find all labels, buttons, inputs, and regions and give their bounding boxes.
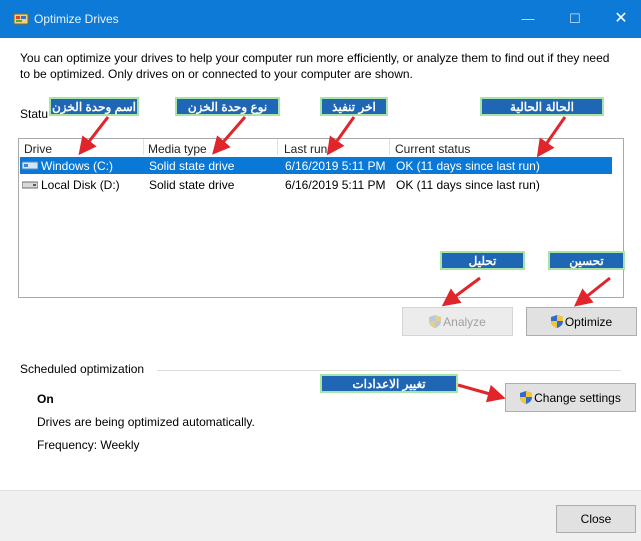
schedule-frequency: Frequency: Weekly xyxy=(37,438,140,452)
column-header-drive[interactable]: Drive xyxy=(24,142,52,156)
column-separator[interactable] xyxy=(277,139,278,155)
callout-media-type: نوع وحدة الخزن xyxy=(175,97,280,116)
analyze-label: Analyze xyxy=(443,314,486,329)
uac-shield-icon xyxy=(520,391,533,404)
drive-row-c[interactable]: Windows (C:) Solid state drive 6/16/2019… xyxy=(20,157,612,174)
maximize-button[interactable]: ☐ xyxy=(552,0,598,38)
column-header-current-status[interactable]: Current status xyxy=(395,142,470,156)
ssd-drive-icon xyxy=(22,161,38,170)
schedule-description: Drives are being optimized automatically… xyxy=(37,415,255,429)
title-bar: Optimize Drives — ☐ ✕ xyxy=(0,0,641,38)
change-settings-button[interactable]: Change settings xyxy=(505,383,636,412)
uac-shield-icon xyxy=(429,315,442,328)
callout-change-settings: تغيير الاعدادات xyxy=(320,374,458,393)
callout-last-run: اخر تنفيذ xyxy=(320,97,388,116)
window-title: Optimize Drives xyxy=(34,12,119,26)
optimize-label: Optimize xyxy=(564,314,613,329)
arrow-change-settings xyxy=(457,383,506,403)
column-separator[interactable] xyxy=(143,139,144,155)
analyze-button[interactable]: Analyze xyxy=(402,307,513,336)
callout-optimize: تحسين xyxy=(548,251,625,270)
drive-list[interactable]: Drive Media type Last run Current status… xyxy=(18,138,624,298)
optimize-button[interactable]: Optimize xyxy=(526,307,637,336)
app-defrag-icon xyxy=(13,13,29,25)
schedule-state: On xyxy=(37,392,54,406)
drive-row-d[interactable]: Local Disk (D:) Solid state drive 6/16/2… xyxy=(20,176,612,193)
uac-shield-icon xyxy=(550,315,563,328)
close-button[interactable]: Close xyxy=(556,505,636,533)
minimize-button[interactable]: — xyxy=(505,0,551,38)
section-divider xyxy=(157,370,621,371)
change-settings-label: Change settings xyxy=(534,390,621,405)
drive-name: Windows (C:) xyxy=(41,159,114,173)
callout-drive-name: اسم وحدة الخزن xyxy=(49,97,139,116)
ssd-drive-icon xyxy=(22,181,38,189)
media-type: Solid state drive xyxy=(149,159,235,173)
footer-bar xyxy=(0,490,641,541)
column-header-media-type[interactable]: Media type xyxy=(148,142,207,156)
callout-current-status: الحالة الحالية xyxy=(480,97,604,116)
description-text: You can optimize your drives to help you… xyxy=(20,51,610,81)
current-status: OK (11 days since last run) xyxy=(396,178,540,192)
callout-analyze: تحليل xyxy=(440,251,525,270)
status-label: Statu xyxy=(20,107,49,121)
media-type: Solid state drive xyxy=(149,178,235,192)
scheduled-optimization-label: Scheduled optimization xyxy=(20,362,145,376)
close-window-button[interactable]: ✕ xyxy=(598,0,641,38)
current-status: OK (11 days since last run) xyxy=(396,159,540,173)
last-run: 6/16/2019 5:11 PM xyxy=(285,159,386,173)
column-separator[interactable] xyxy=(389,139,390,155)
column-header-last-run[interactable]: Last run xyxy=(284,142,327,156)
last-run: 6/16/2019 5:11 PM xyxy=(285,178,386,192)
drive-name: Local Disk (D:) xyxy=(41,178,120,192)
